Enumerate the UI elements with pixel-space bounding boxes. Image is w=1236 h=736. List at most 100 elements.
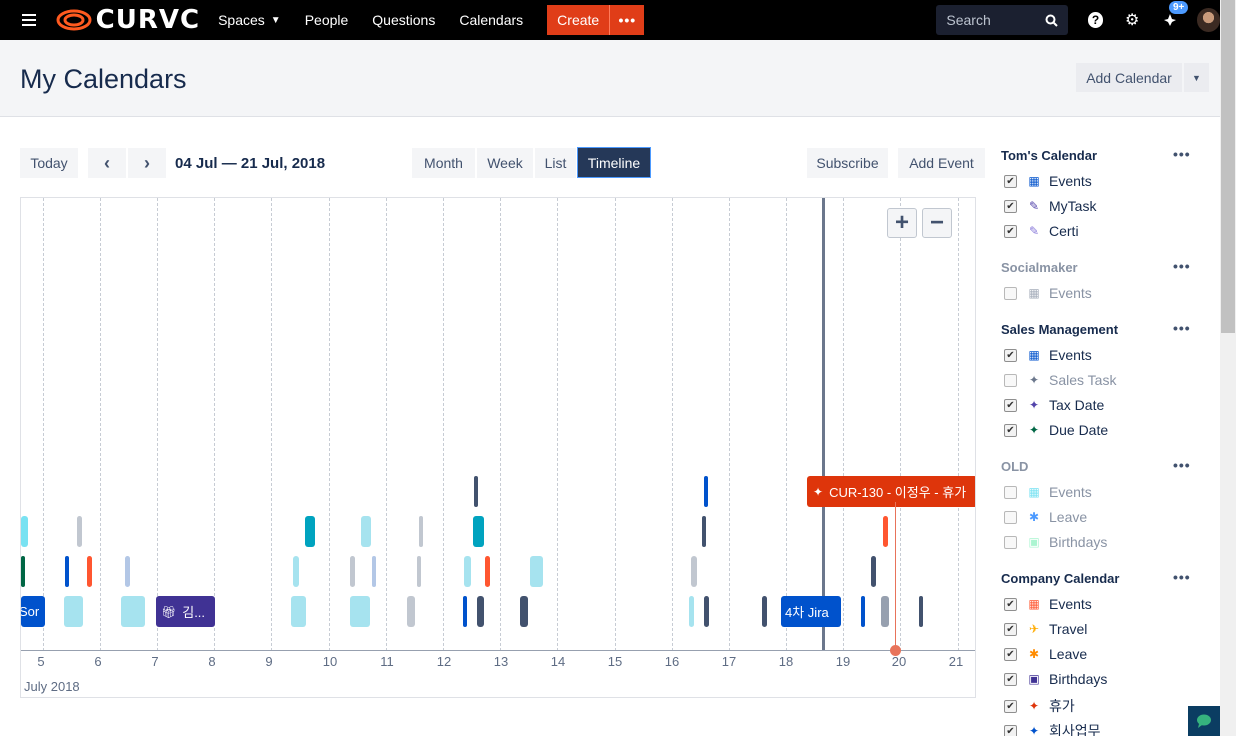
calendar-item[interactable]: ✔ ✦ Due Date <box>1004 422 1108 438</box>
calendar-item[interactable]: ▦ Events <box>1004 484 1092 500</box>
calendar-checkbox[interactable] <box>1004 485 1017 499</box>
timeline-event[interactable] <box>293 556 299 587</box>
chat-button[interactable] <box>1188 706 1220 736</box>
avatar[interactable] <box>1196 8 1220 32</box>
calendar-checkbox[interactable]: ✔ <box>1004 724 1017 736</box>
timeline-event[interactable] <box>65 556 69 587</box>
calendar-checkbox[interactable]: ✔ <box>1004 199 1017 213</box>
timeline-event[interactable] <box>372 556 376 587</box>
calendar-item[interactable]: ✔ ✦ 휴가 <box>1004 696 1075 716</box>
timeline-event[interactable] <box>21 516 28 547</box>
today-button[interactable]: Today <box>20 148 78 178</box>
timeline-event[interactable] <box>691 556 697 587</box>
calendar-item[interactable]: ▣ Birthdays <box>1004 534 1107 550</box>
timeline-event[interactable] <box>861 596 865 627</box>
create-more-button[interactable]: ••• <box>609 5 645 35</box>
group-more-button[interactable]: ••• <box>1173 146 1191 162</box>
calendar-checkbox[interactable]: ✔ <box>1004 398 1017 412</box>
timeline-event-sor[interactable]: Sor <box>21 596 45 627</box>
next-button[interactable]: › <box>128 148 166 178</box>
calendar-checkbox[interactable]: ✔ <box>1004 348 1017 362</box>
calendar-checkbox[interactable]: ✔ <box>1004 174 1017 188</box>
add-event-button[interactable]: Add Event <box>898 148 985 178</box>
nav-spaces[interactable]: Spaces ▼ <box>218 12 281 28</box>
timeline-event[interactable] <box>473 516 484 547</box>
timeline-event[interactable] <box>361 516 371 547</box>
calendar-item[interactable]: ✔ ▣ Birthdays <box>1004 671 1107 687</box>
zoom-out-button[interactable]: − <box>922 208 952 238</box>
timeline-event[interactable] <box>305 516 315 547</box>
timeline-event[interactable] <box>64 596 83 627</box>
calendar-checkbox[interactable]: ✔ <box>1004 622 1017 636</box>
calendar-checkbox[interactable] <box>1004 373 1017 387</box>
calendar-item[interactable]: ✱ Leave <box>1004 509 1087 525</box>
timeline-event[interactable] <box>125 556 130 587</box>
timeline-event[interactable] <box>291 596 306 627</box>
calendar-item[interactable]: ▦ Events <box>1004 285 1092 301</box>
notification-bell-icon[interactable]: 9+ <box>1161 1 1189 29</box>
timeline-event[interactable] <box>881 596 889 627</box>
timeline-event[interactable] <box>350 596 370 627</box>
menu-icon[interactable] <box>22 14 36 26</box>
add-calendar-button[interactable]: Add Calendar <box>1076 63 1182 92</box>
calendar-checkbox[interactable]: ✔ <box>1004 699 1017 713</box>
timeline-event-birthday[interactable]: 🎁︎ 김... <box>156 596 215 627</box>
calendar-item[interactable]: ✔ ✈ Travel <box>1004 621 1087 637</box>
calendar-checkbox[interactable] <box>1004 535 1017 549</box>
calendar-checkbox[interactable] <box>1004 286 1017 300</box>
view-list-button[interactable]: List <box>535 148 576 178</box>
timeline-event[interactable] <box>704 476 708 507</box>
nav-questions[interactable]: Questions <box>372 12 435 28</box>
timeline-event[interactable] <box>485 556 490 587</box>
create-button[interactable]: Create <box>547 5 610 35</box>
subscribe-button[interactable]: Subscribe <box>807 148 888 178</box>
prev-button[interactable]: ‹ <box>88 148 126 178</box>
timeline-event[interactable] <box>762 596 767 627</box>
add-calendar-dropdown[interactable]: ▼ <box>1184 63 1209 92</box>
timeline-event[interactable] <box>702 516 706 547</box>
view-timeline-button[interactable]: Timeline <box>577 147 651 178</box>
calendar-item[interactable]: ✔ ✦ 회사업무 <box>1004 721 1101 736</box>
calendar-item[interactable]: ✔ ✎ Certi <box>1004 223 1079 239</box>
timeline-event[interactable] <box>689 596 694 627</box>
timeline-event[interactable] <box>883 516 888 547</box>
timeline-event[interactable] <box>919 596 923 627</box>
timeline-event[interactable] <box>87 556 92 587</box>
logo[interactable]: CURVC <box>56 5 200 35</box>
timeline-event[interactable] <box>21 556 25 587</box>
group-more-button[interactable]: ••• <box>1173 320 1191 336</box>
calendar-checkbox[interactable] <box>1004 510 1017 524</box>
scrollbar-thumb[interactable] <box>1221 0 1235 333</box>
group-more-button[interactable]: ••• <box>1173 258 1191 274</box>
calendar-checkbox[interactable]: ✔ <box>1004 224 1017 238</box>
timeline-event[interactable] <box>530 556 543 587</box>
nav-calendars[interactable]: Calendars <box>459 12 523 28</box>
calendar-checkbox[interactable]: ✔ <box>1004 597 1017 611</box>
gear-icon[interactable]: ⚙ <box>1123 11 1141 29</box>
timeline-view[interactable]: + − ✦ CUR-130 - 이정우 - 휴가 Sor 🎁︎ 김... 4차 … <box>20 197 976 698</box>
timeline-event[interactable] <box>463 596 467 627</box>
calendar-item[interactable]: ✔ ▦ Events <box>1004 596 1092 612</box>
timeline-event[interactable] <box>77 516 82 547</box>
view-week-button[interactable]: Week <box>477 148 533 178</box>
timeline-event[interactable] <box>350 556 355 587</box>
calendar-item[interactable]: ✔ ▦ Events <box>1004 173 1092 189</box>
timeline-event[interactable] <box>407 596 415 627</box>
timeline-event[interactable] <box>121 596 145 627</box>
calendar-item[interactable]: ✦ Sales Task <box>1004 372 1116 388</box>
view-month-button[interactable]: Month <box>412 148 475 178</box>
timeline-event-cur-130[interactable]: ✦ CUR-130 - 이정우 - 휴가 <box>807 476 975 507</box>
group-more-button[interactable]: ••• <box>1173 569 1191 585</box>
calendar-checkbox[interactable]: ✔ <box>1004 423 1017 437</box>
timeline-event[interactable] <box>417 556 421 587</box>
calendar-item[interactable]: ✔ ▦ Events <box>1004 347 1092 363</box>
timeline-event[interactable] <box>419 516 423 547</box>
timeline-event-4th-jira[interactable]: 4차 Jira <box>781 596 841 627</box>
timeline-event[interactable] <box>464 556 471 587</box>
group-more-button[interactable]: ••• <box>1173 457 1191 473</box>
calendar-item[interactable]: ✔ ✱ Leave <box>1004 646 1087 662</box>
timeline-event[interactable] <box>520 596 528 627</box>
calendar-item[interactable]: ✔ ✎ MyTask <box>1004 198 1096 214</box>
calendar-checkbox[interactable]: ✔ <box>1004 647 1017 661</box>
timeline-event[interactable] <box>474 476 478 507</box>
